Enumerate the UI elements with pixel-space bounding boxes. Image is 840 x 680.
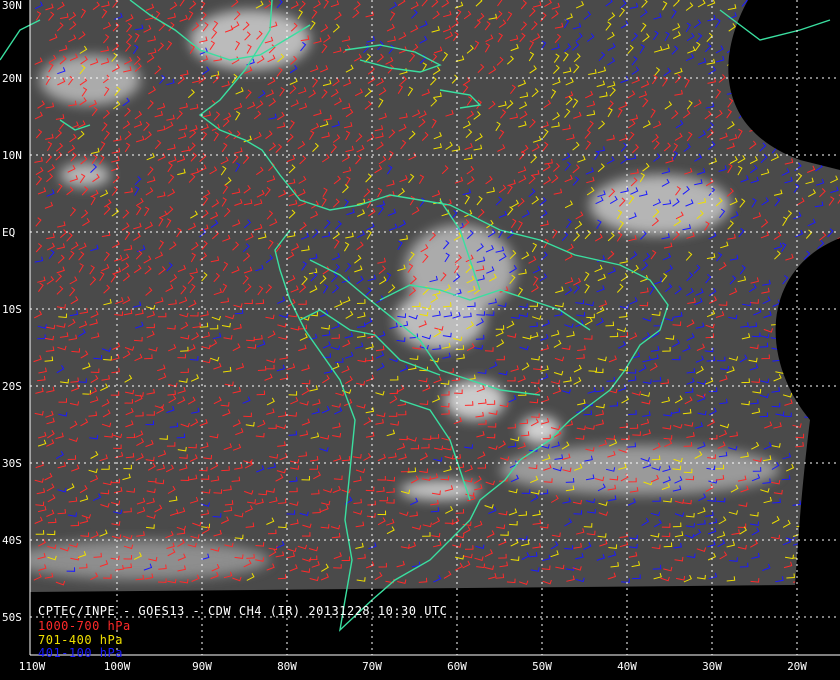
lon-label: 80W: [277, 660, 297, 673]
lat-label: 10S: [2, 303, 22, 316]
lat-label: 30S: [2, 457, 22, 470]
product-title: CPTEC/INPE - GOES13 - CDW CH4 (IR) 20131…: [38, 604, 448, 618]
lon-label: 90W: [192, 660, 212, 673]
lon-label: 110W: [18, 660, 46, 673]
legend-high-level: 401-100 hPa: [38, 646, 123, 660]
lon-label: 100W: [103, 660, 131, 673]
lat-label: 20N: [2, 72, 22, 85]
lon-label: 40W: [617, 660, 637, 673]
lat-label: 50S: [2, 611, 22, 624]
lon-label: 20W: [787, 660, 807, 673]
legend-low-level: 1000-700 hPa: [38, 619, 131, 633]
lon-label: 30W: [702, 660, 722, 673]
lat-label: 40S: [2, 534, 22, 547]
lat-label: 30N: [2, 0, 22, 12]
legend-mid-level: 701-400 hPa: [38, 633, 123, 647]
lat-label: EQ: [2, 226, 16, 239]
satellite-image: [30, 0, 840, 592]
lon-label: 50W: [532, 660, 552, 673]
lon-label: 60W: [447, 660, 467, 673]
lon-label: 70W: [362, 660, 382, 673]
satellite-wind-map: [0, 0, 840, 680]
lat-label: 20S: [2, 380, 22, 393]
lat-label: 10N: [2, 149, 22, 162]
